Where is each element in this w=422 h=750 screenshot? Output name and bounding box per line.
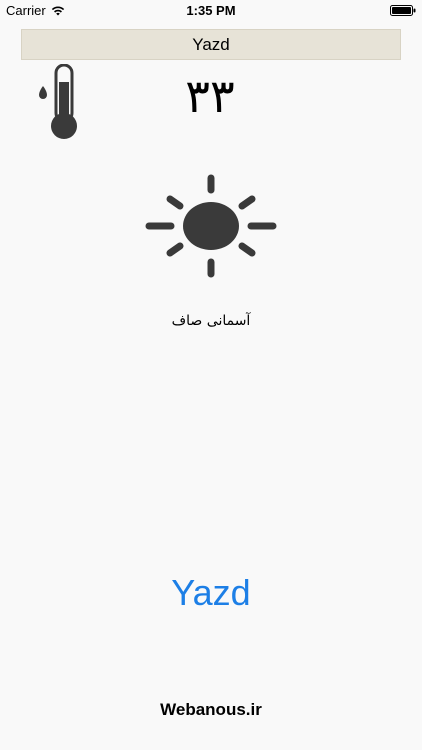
sun-icon <box>145 174 277 278</box>
battery-icon <box>390 5 416 16</box>
weather-condition: آسمانی صاف <box>171 313 251 329</box>
city-link[interactable]: Yazd <box>111 572 311 614</box>
thermometer-icon <box>39 64 77 139</box>
status-bar: Carrier 1:35 PM <box>0 0 422 22</box>
clock: 1:35 PM <box>186 3 236 18</box>
page-title: Yazd <box>192 34 230 54</box>
title-bar: Yazd <box>21 29 401 60</box>
temperature-value: ۳۳ <box>185 69 235 123</box>
footer-brand: Webanous.ir <box>160 700 262 719</box>
